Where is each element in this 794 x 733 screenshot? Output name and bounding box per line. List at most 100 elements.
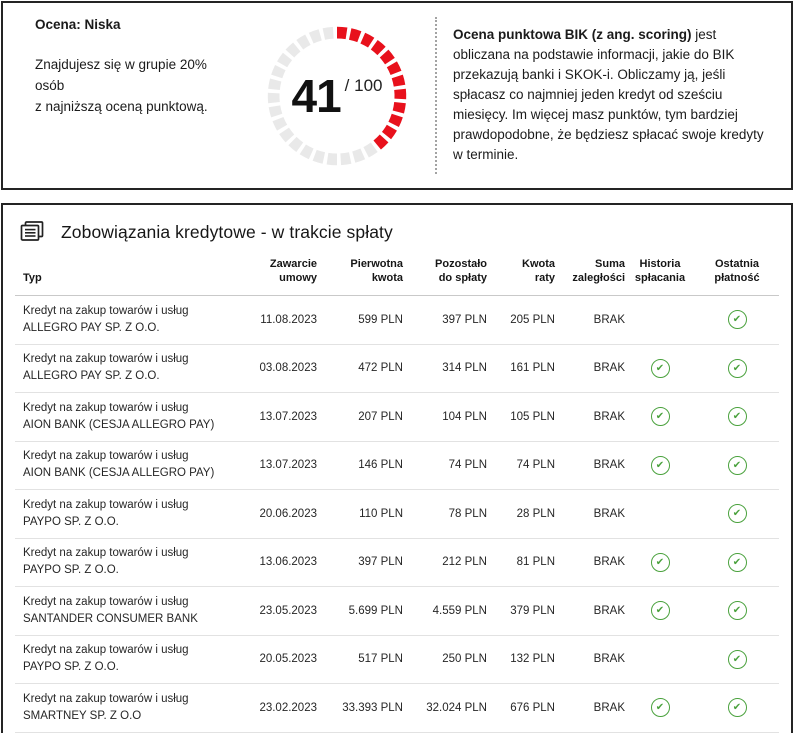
contract-date-cell: 13.06.2023 [243,556,317,568]
check-circle-icon: ✔ [728,310,747,329]
column-header-typ: Typ [15,271,243,285]
remaining-amount-cell: 74 PLN [403,459,487,471]
table-column-headers: TypZawarcieumowyPierwotnakwotaPozostałod… [15,251,779,296]
check-circle-icon: ✔ [728,407,747,426]
original-amount-cell: 33.393 PLN [317,702,403,714]
loan-type-cell: Kredyt na zakup towarów i usługSMARTNEY … [15,691,243,725]
check-circle-icon: ✔ [728,359,747,378]
table-row: Kredyt na zakup towarów i usługPAYPO SP.… [15,539,779,588]
obligations-header: Zobowiązania kredytowe - w trakcie spłat… [15,205,779,251]
loan-type-cell: Kredyt na zakup towarów i usługPAYPO SP.… [15,497,243,531]
score-group-text: Znajdujesz się w grupie 20% osób z najni… [35,54,227,117]
arrears-cell: BRAK [555,653,625,665]
check-circle-icon: ✔ [651,359,670,378]
history-status-cell: ✔ [625,698,695,717]
last-payment-status-cell: ✔ [695,456,779,475]
installment-cell: 676 PLN [487,702,555,714]
last-payment-status-cell: ✔ [695,310,779,329]
check-circle-icon: ✔ [728,456,747,475]
check-circle-icon: ✔ [728,553,747,572]
score-gauge: 41 / 100 [259,18,415,174]
table-row: Kredyt na zakup towarów i usługSANTANDER… [15,587,779,636]
loan-type-cell: Kredyt na zakup towarów i usługPAYPO SP.… [15,642,243,676]
table-row: Kredyt na zakup towarów i usługPAYPO SP.… [15,636,779,685]
installment-cell: 132 PLN [487,653,555,665]
original-amount-cell: 517 PLN [317,653,403,665]
loan-lender: AION BANK (CESJA ALLEGRO PAY) [23,417,243,434]
score-group-line1: Znajdujesz się w grupie 20% osób [35,54,227,96]
arrears-cell: BRAK [555,362,625,374]
contract-date-cell: 20.05.2023 [243,653,317,665]
contract-date-cell: 23.02.2023 [243,702,317,714]
table-row: Kredyt na zakup towarów i usługALLEGRO P… [15,296,779,345]
check-circle-icon: ✔ [728,698,747,717]
last-payment-status-cell: ✔ [695,504,779,523]
loan-type-cell: Kredyt na zakup towarów i usługAION BANK… [15,400,243,434]
table-row: Kredyt na zakup towarów i usługSMARTNEY … [15,684,779,733]
loan-type: Kredyt na zakup towarów i usług [23,400,243,417]
last-payment-status-cell: ✔ [695,650,779,669]
history-status-cell: ✔ [625,407,695,426]
loan-type-cell: Kredyt na zakup towarów i usługAION BANK… [15,448,243,482]
original-amount-cell: 472 PLN [317,362,403,374]
table-row: Kredyt na zakup towarów i usługALLEGRO P… [15,345,779,394]
installment-cell: 161 PLN [487,362,555,374]
remaining-amount-cell: 397 PLN [403,314,487,326]
score-gauge-value: 41 / 100 [259,18,415,174]
check-circle-icon: ✔ [651,456,670,475]
contract-date-cell: 11.08.2023 [243,314,317,326]
contract-date-cell: 20.06.2023 [243,508,317,520]
original-amount-cell: 599 PLN [317,314,403,326]
original-amount-cell: 207 PLN [317,411,403,423]
loan-lender: PAYPO SP. Z O.O. [23,514,243,531]
table-body: Kredyt na zakup towarów i usługALLEGRO P… [15,296,779,733]
original-amount-cell: 397 PLN [317,556,403,568]
column-header-pozostalo-do-splaty: Pozostałodo spłaty [403,257,487,285]
contract-date-cell: 13.07.2023 [243,459,317,471]
loan-lender: AION BANK (CESJA ALLEGRO PAY) [23,465,243,482]
score-card: Ocena: Niska Znajdujesz się w grupie 20%… [1,1,793,190]
score-summary: Ocena: Niska Znajdujesz się w grupie 20%… [35,15,227,176]
contract-date-cell: 23.05.2023 [243,605,317,617]
contract-date-cell: 13.07.2023 [243,411,317,423]
loan-lender: ALLEGRO PAY SP. Z O.O. [23,320,243,337]
last-payment-status-cell: ✔ [695,407,779,426]
document-icon [19,220,46,245]
loan-type: Kredyt na zakup towarów i usług [23,691,243,708]
loan-type: Kredyt na zakup towarów i usług [23,351,243,368]
remaining-amount-cell: 212 PLN [403,556,487,568]
loan-type: Kredyt na zakup towarów i usług [23,303,243,320]
loan-type: Kredyt na zakup towarów i usług [23,545,243,562]
remaining-amount-cell: 32.024 PLN [403,702,487,714]
loan-lender: PAYPO SP. Z O.O. [23,562,243,579]
remaining-amount-cell: 78 PLN [403,508,487,520]
remaining-amount-cell: 4.559 PLN [403,605,487,617]
installment-cell: 81 PLN [487,556,555,568]
history-status-cell: ✔ [625,601,695,620]
last-payment-status-cell: ✔ [695,601,779,620]
column-header-zawarcie-umowy: Zawarcieumowy [243,257,317,285]
score-max: / 100 [345,76,383,96]
column-header-historia-splacania: Historiaspłacania [625,257,695,285]
installment-cell: 205 PLN [487,314,555,326]
remaining-amount-cell: 314 PLN [403,362,487,374]
last-payment-status-cell: ✔ [695,553,779,572]
installment-cell: 105 PLN [487,411,555,423]
last-payment-status-cell: ✔ [695,698,779,717]
installment-cell: 74 PLN [487,459,555,471]
score-description-panel: Ocena punktowa BIK (z ang. scoring) jest… [437,15,777,176]
contract-date-cell: 03.08.2023 [243,362,317,374]
loan-type: Kredyt na zakup towarów i usług [23,497,243,514]
history-status-cell: ✔ [625,553,695,572]
installment-cell: 379 PLN [487,605,555,617]
last-payment-status-cell: ✔ [695,359,779,378]
original-amount-cell: 110 PLN [317,508,403,520]
history-status-cell: ✔ [625,456,695,475]
column-header-pierwotna-kwota: Pierwotnakwota [317,257,403,285]
check-circle-icon: ✔ [728,601,747,620]
remaining-amount-cell: 250 PLN [403,653,487,665]
score-description-bold: Ocena punktowa BIK (z ang. scoring) [453,27,692,42]
loan-type-cell: Kredyt na zakup towarów i usługALLEGRO P… [15,351,243,385]
check-circle-icon: ✔ [651,601,670,620]
original-amount-cell: 5.699 PLN [317,605,403,617]
